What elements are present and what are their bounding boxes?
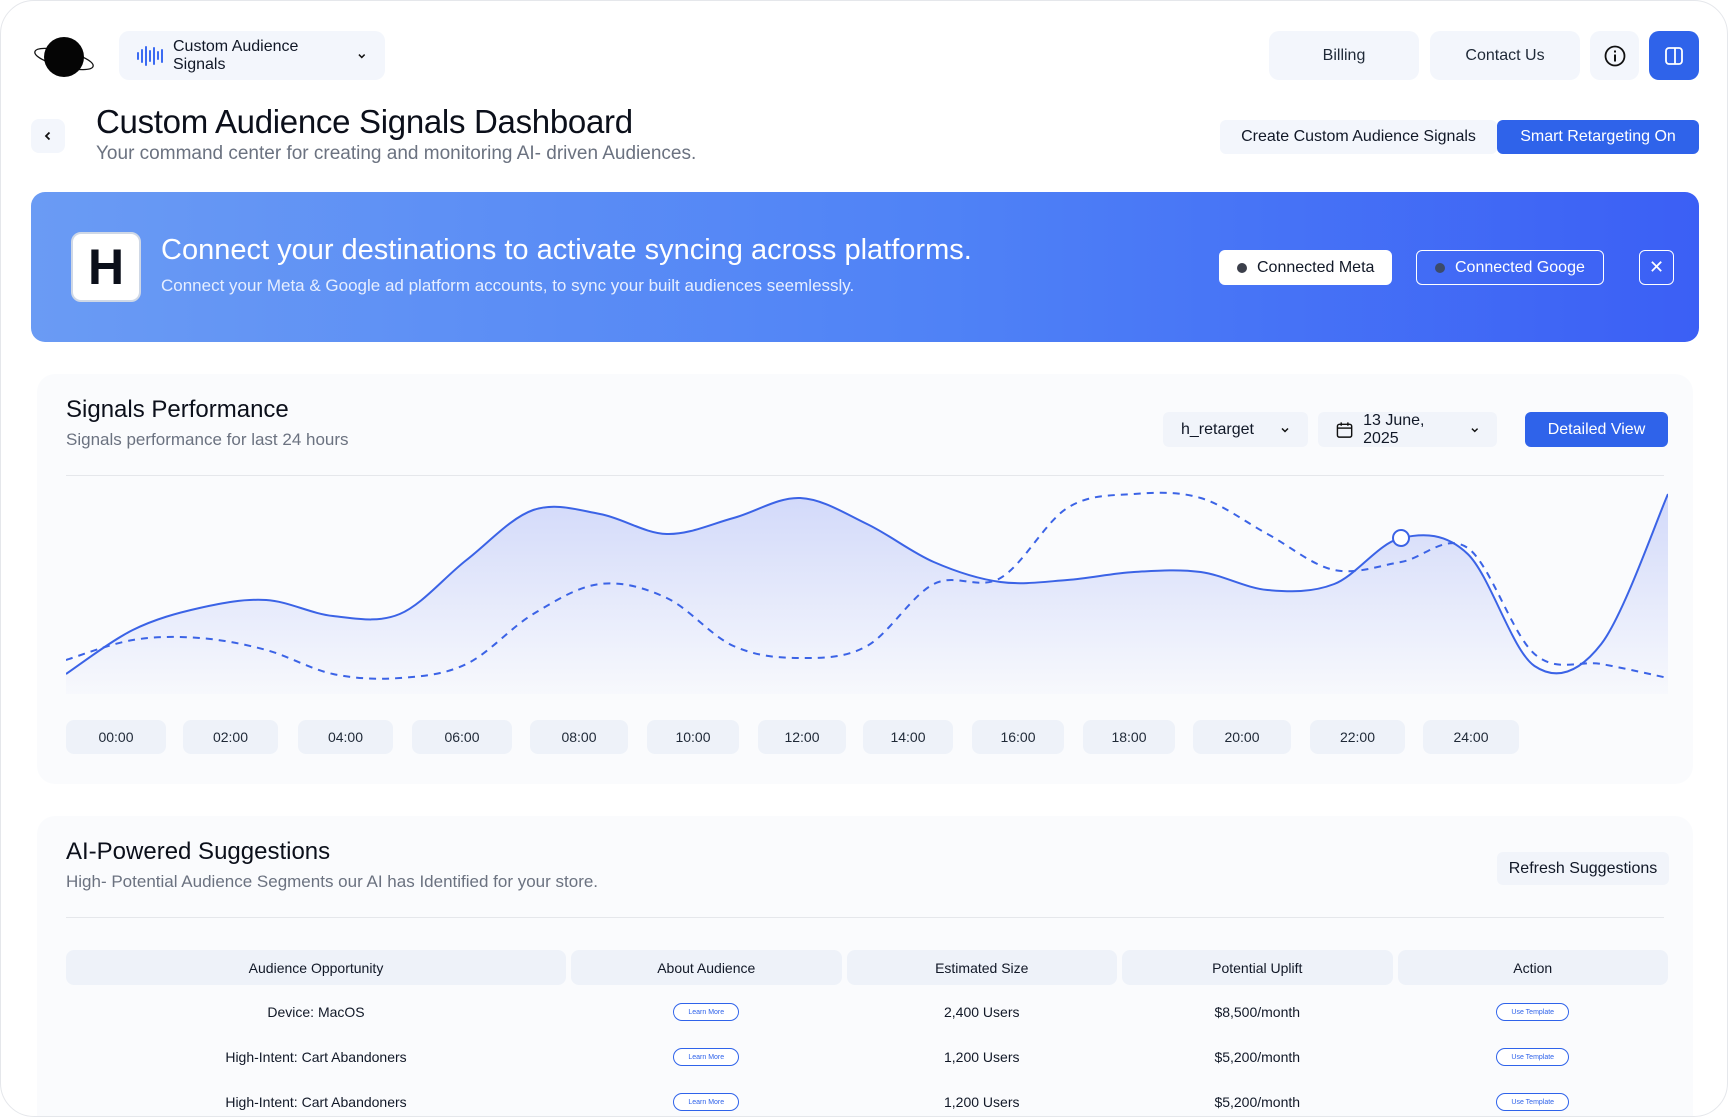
- table-row: High-Intent: Cart Abandoners Learn More …: [66, 1042, 1668, 1072]
- sidebar-toggle-button[interactable]: [1649, 31, 1699, 80]
- use-template-button[interactable]: Use Template: [1496, 1003, 1570, 1021]
- x-tick-label: 18:00: [1083, 720, 1175, 754]
- refresh-suggestions-button[interactable]: Refresh Suggestions: [1497, 852, 1669, 885]
- performance-line-chart: [66, 491, 1668, 694]
- x-tick-label: 14:00: [863, 720, 953, 754]
- estimated-size-cell: 1,200 Users: [944, 1094, 1020, 1110]
- audience-opportunity-cell: High-Intent: Cart Abandoners: [225, 1094, 407, 1110]
- chevron-down-icon: [1281, 427, 1289, 433]
- app-window: Custom Audience Signals Billing Contact …: [0, 0, 1728, 1117]
- potential-uplift-cell: $8,500/month: [1214, 1004, 1301, 1020]
- chevron-down-icon: [358, 53, 366, 58]
- column-header: About Audience: [571, 950, 842, 985]
- audience-opportunity-cell: Device: MacOS: [267, 1004, 365, 1020]
- x-tick-label: 20:00: [1193, 720, 1291, 754]
- back-button[interactable]: [31, 119, 65, 153]
- potential-uplift-cell: $5,200/month: [1214, 1094, 1301, 1110]
- page-subtitle: Your command center for creating and mon…: [96, 143, 697, 164]
- column-header: Action: [1397, 950, 1668, 985]
- signals-performance-card: Signals Performance Signals performance …: [37, 374, 1693, 784]
- x-tick-label: 16:00: [972, 720, 1064, 754]
- banner-title: Connect your destinations to activate sy…: [161, 234, 972, 266]
- page-title: Custom Audience Signals Dashboard: [96, 103, 633, 140]
- x-tick-label: 10:00: [647, 720, 739, 754]
- audio-wave-icon: [137, 45, 163, 66]
- action-cell: Use Template: [1398, 997, 1669, 1027]
- audience-select-value: h_retarget: [1181, 420, 1254, 438]
- connected-google-button[interactable]: Connected Googe: [1416, 250, 1604, 285]
- about-cell: Learn More: [571, 1042, 842, 1072]
- highlight-point[interactable]: [1392, 529, 1410, 547]
- create-signals-button[interactable]: Create Custom Audience Signals: [1220, 120, 1497, 154]
- status-dot-icon: [1435, 262, 1445, 273]
- planet-logo-icon[interactable]: [31, 35, 97, 79]
- workspace-label: Custom Audience Signals: [173, 37, 299, 73]
- suggestions-title: AI-Powered Suggestions: [66, 838, 331, 865]
- estimated-size-cell: 2,400 Users: [944, 1004, 1020, 1020]
- x-tick-label: 22:00: [1310, 720, 1405, 754]
- x-tick-label: 02:00: [183, 720, 278, 754]
- workspace-switcher[interactable]: Custom Audience Signals: [119, 31, 385, 80]
- potential-uplift-cell: $5,200/month: [1214, 1049, 1301, 1065]
- column-header: Audience Opportunity: [66, 950, 566, 985]
- table-row: High-Intent: Cart Abandoners Learn More …: [66, 1087, 1669, 1116]
- info-icon: [1604, 45, 1625, 66]
- connected-meta-label: Connected Meta: [1257, 258, 1375, 276]
- learn-more-button[interactable]: Learn More: [673, 1048, 740, 1066]
- performance-subtitle: Signals performance for last 24 hours: [66, 430, 349, 449]
- divider: [66, 475, 1664, 476]
- detailed-view-button[interactable]: Detailed View: [1525, 412, 1668, 447]
- x-tick-label: 04:00: [298, 720, 393, 754]
- close-banner-button[interactable]: ✕: [1639, 250, 1674, 285]
- ai-suggestions-card: AI-Powered Suggestions High- Potential A…: [37, 816, 1693, 1116]
- audience-opportunity-cell: High-Intent: Cart Abandoners: [225, 1049, 407, 1065]
- billing-button[interactable]: Billing: [1269, 31, 1419, 80]
- connected-google-label: Connected Googe: [1455, 258, 1585, 276]
- panel-icon: [1665, 46, 1683, 65]
- chevron-down-icon: [1470, 427, 1478, 432]
- brand-logo: H: [71, 232, 141, 302]
- action-cell: Use Template: [1398, 1042, 1669, 1072]
- date-select-value: 13 June, 2025: [1363, 411, 1425, 447]
- column-header: Estimated Size: [846, 950, 1117, 985]
- audience-select[interactable]: h_retarget: [1163, 412, 1308, 447]
- column-header: Potential Uplift: [1122, 950, 1393, 985]
- x-tick-label: 00:00: [66, 720, 166, 754]
- use-template-button[interactable]: Use Template: [1496, 1048, 1570, 1066]
- use-template-button[interactable]: Use Template: [1496, 1093, 1570, 1111]
- learn-more-button[interactable]: Learn More: [673, 1003, 740, 1021]
- status-dot-icon: [1237, 262, 1247, 273]
- performance-title: Signals Performance: [66, 396, 289, 423]
- about-cell: Learn More: [571, 997, 842, 1027]
- estimated-size-cell: 1,200 Users: [944, 1049, 1020, 1065]
- action-cell: Use Template: [1398, 1087, 1669, 1116]
- x-tick-label: 24:00: [1423, 720, 1519, 754]
- contact-button[interactable]: Contact Us: [1430, 31, 1580, 80]
- date-select[interactable]: 13 June, 2025: [1318, 412, 1497, 447]
- info-button[interactable]: [1590, 31, 1639, 80]
- table-header: Audience Opportunity About Audience Esti…: [66, 950, 1668, 985]
- smart-retargeting-button[interactable]: Smart Retargeting On: [1497, 120, 1699, 154]
- x-tick-label: 08:00: [530, 720, 628, 754]
- connect-banner: H Connect your destinations to activate …: [31, 192, 1699, 342]
- learn-more-button[interactable]: Learn More: [673, 1093, 740, 1111]
- divider: [66, 917, 1664, 918]
- x-tick-label: 12:00: [758, 720, 846, 754]
- x-tick-label: 06:00: [412, 720, 512, 754]
- banner-subtitle: Connect your Meta & Google ad platform a…: [161, 276, 855, 295]
- connected-meta-button[interactable]: Connected Meta: [1219, 250, 1393, 285]
- suggestions-subtitle: High- Potential Audience Segments our AI…: [66, 872, 599, 891]
- calendar-icon: [1336, 421, 1353, 438]
- about-cell: Learn More: [571, 1087, 842, 1116]
- chevron-left-icon: [44, 131, 51, 141]
- table-row: Device: MacOS Learn More 2,400 Users $8,…: [66, 997, 1668, 1027]
